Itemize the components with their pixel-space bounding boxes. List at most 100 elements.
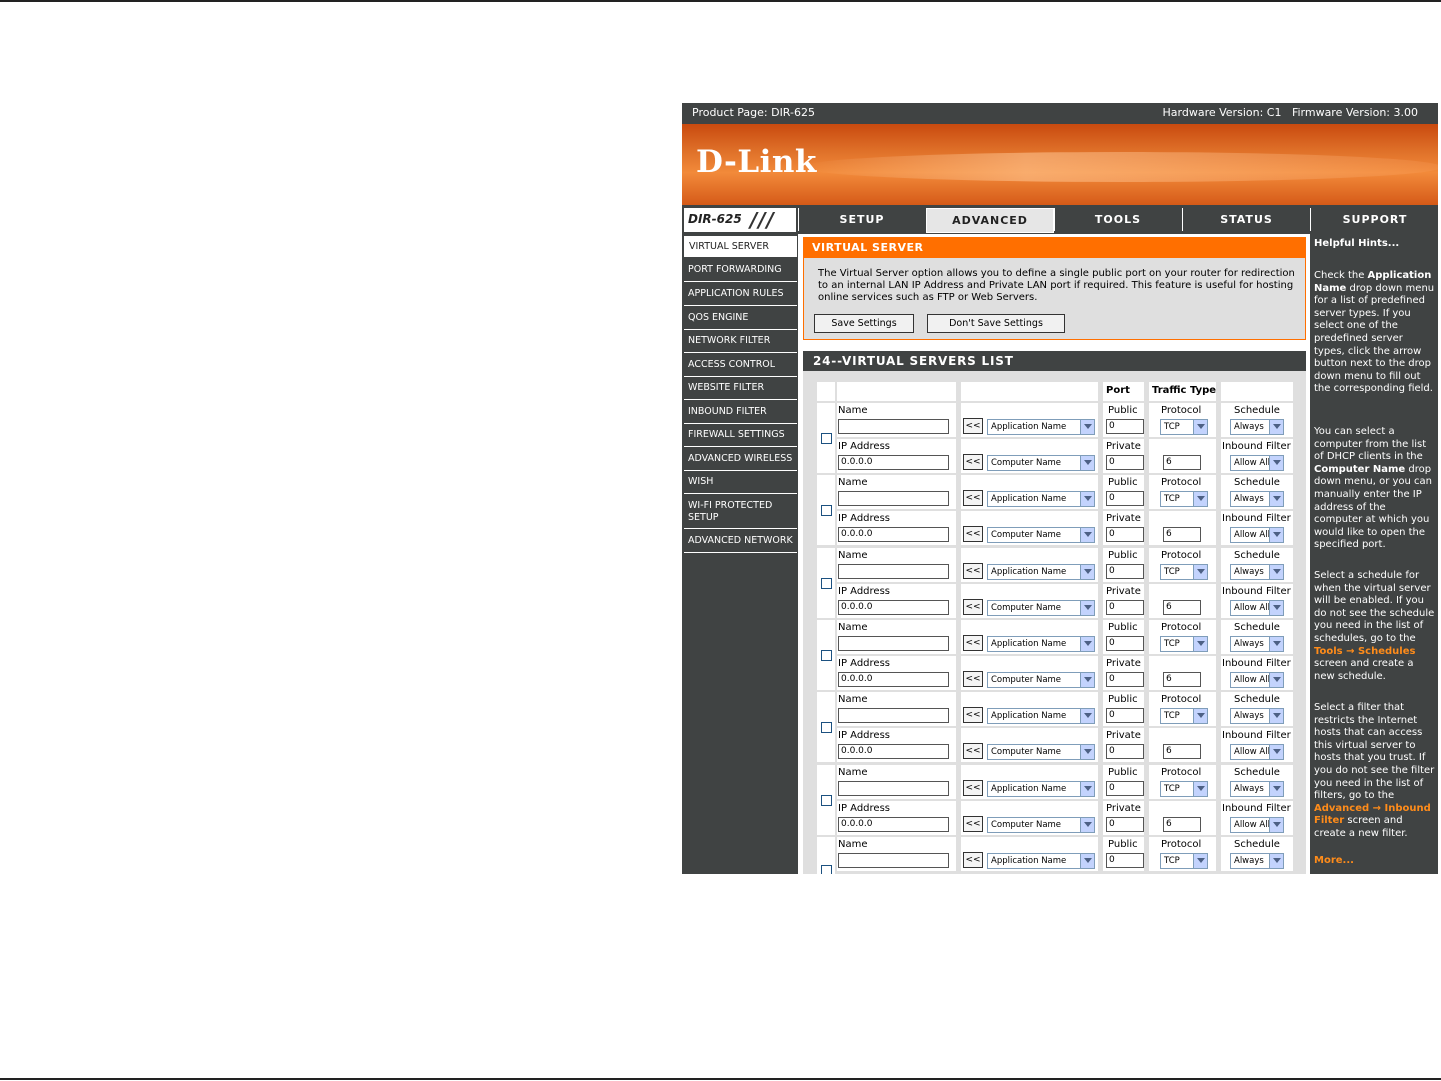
tab-setup[interactable]: SETUP	[798, 208, 925, 231]
name-field[interactable]	[838, 636, 949, 651]
ip-address-field[interactable]: 0.0.0.0	[838, 600, 949, 615]
ip-address-field[interactable]: 0.0.0.0	[838, 527, 949, 542]
public-port-field[interactable]: 0	[1106, 708, 1144, 723]
copy-application-button[interactable]: <<	[963, 635, 983, 651]
copy-computer-button[interactable]: <<	[963, 743, 983, 759]
copy-computer-button[interactable]: <<	[963, 454, 983, 470]
sidebar-item-virtual-server[interactable]: VIRTUAL SERVER	[684, 236, 797, 257]
copy-computer-button[interactable]: <<	[963, 599, 983, 615]
sidebar-item-wifi-protected-setup[interactable]: WI-FI PROTECTED SETUP	[684, 495, 797, 529]
ip-address-field[interactable]: 0.0.0.0	[838, 744, 949, 759]
sidebar-item-advanced-network[interactable]: ADVANCED NETWORK	[684, 530, 797, 553]
protocol-number-field[interactable]: 6	[1163, 672, 1201, 687]
protocol-number-field[interactable]: 6	[1163, 817, 1201, 832]
copy-application-button[interactable]: <<	[963, 780, 983, 796]
name-field[interactable]	[838, 708, 949, 723]
schedule-select[interactable]: Always	[1230, 564, 1284, 580]
row-enable-checkbox[interactable]	[821, 865, 832, 874]
row-enable-checkbox[interactable]	[821, 433, 832, 444]
public-port-field[interactable]: 0	[1106, 636, 1144, 651]
sidebar-item-application-rules[interactable]: APPLICATION RULES	[684, 283, 797, 306]
protocol-select[interactable]: TCP	[1160, 636, 1208, 652]
dont-save-settings-button[interactable]: Don't Save Settings	[927, 314, 1065, 333]
inbound-filter-select[interactable]: Allow All	[1230, 455, 1284, 471]
row-enable-checkbox[interactable]	[821, 795, 832, 806]
copy-application-button[interactable]: <<	[963, 418, 983, 434]
sidebar-item-port-forwarding[interactable]: PORT FORWARDING	[684, 259, 797, 282]
public-port-field[interactable]: 0	[1106, 853, 1144, 868]
copy-application-button[interactable]: <<	[963, 852, 983, 868]
application-name-select[interactable]: Application Name	[987, 491, 1095, 507]
public-port-field[interactable]: 0	[1106, 781, 1144, 796]
tools-schedules-link[interactable]: Tools → Schedules	[1314, 646, 1415, 657]
public-port-field[interactable]: 0	[1106, 419, 1144, 434]
private-port-field[interactable]: 0	[1106, 817, 1144, 832]
copy-application-button[interactable]: <<	[963, 563, 983, 579]
sidebar-item-qos-engine[interactable]: QOS ENGINE	[684, 307, 797, 330]
schedule-select[interactable]: Always	[1230, 853, 1284, 869]
inbound-filter-select[interactable]: Allow All	[1230, 672, 1284, 688]
sidebar-item-firewall-settings[interactable]: FIREWALL SETTINGS	[684, 424, 797, 447]
protocol-number-field[interactable]: 6	[1163, 600, 1201, 615]
protocol-number-field[interactable]: 6	[1163, 455, 1201, 470]
inbound-filter-select[interactable]: Allow All	[1230, 527, 1284, 543]
tab-advanced[interactable]: ADVANCED	[926, 208, 1054, 233]
schedule-select[interactable]: Always	[1230, 491, 1284, 507]
sidebar-item-network-filter[interactable]: NETWORK FILTER	[684, 330, 797, 353]
name-field[interactable]	[838, 853, 949, 868]
application-name-select[interactable]: Application Name	[987, 636, 1095, 652]
private-port-field[interactable]: 0	[1106, 744, 1144, 759]
protocol-number-field[interactable]: 6	[1163, 527, 1201, 542]
copy-application-button[interactable]: <<	[963, 490, 983, 506]
protocol-select[interactable]: TCP	[1160, 419, 1208, 435]
sidebar-item-advanced-wireless[interactable]: ADVANCED WIRELESS	[684, 448, 797, 471]
tab-support[interactable]: SUPPORT	[1310, 208, 1438, 231]
application-name-select[interactable]: Application Name	[987, 708, 1095, 724]
copy-computer-button[interactable]: <<	[963, 816, 983, 832]
protocol-select[interactable]: TCP	[1160, 853, 1208, 869]
name-field[interactable]	[838, 491, 949, 506]
row-enable-checkbox[interactable]	[821, 578, 832, 589]
name-field[interactable]	[838, 564, 949, 579]
public-port-field[interactable]: 0	[1106, 564, 1144, 579]
copy-application-button[interactable]: <<	[963, 707, 983, 723]
ip-address-field[interactable]: 0.0.0.0	[838, 455, 949, 470]
private-port-field[interactable]: 0	[1106, 672, 1144, 687]
sidebar-item-access-control[interactable]: ACCESS CONTROL	[684, 354, 797, 377]
schedule-select[interactable]: Always	[1230, 419, 1284, 435]
computer-name-select[interactable]: Computer Name	[987, 600, 1095, 616]
save-settings-button[interactable]: Save Settings	[814, 314, 914, 333]
more-hints-link[interactable]: More...	[1314, 855, 1436, 868]
application-name-select[interactable]: Application Name	[987, 781, 1095, 797]
application-name-select[interactable]: Application Name	[987, 564, 1095, 580]
copy-computer-button[interactable]: <<	[963, 671, 983, 687]
schedule-select[interactable]: Always	[1230, 636, 1284, 652]
ip-address-field[interactable]: 0.0.0.0	[838, 672, 949, 687]
copy-computer-button[interactable]: <<	[963, 526, 983, 542]
row-enable-checkbox[interactable]	[821, 722, 832, 733]
protocol-select[interactable]: TCP	[1160, 708, 1208, 724]
ip-address-field[interactable]: 0.0.0.0	[838, 817, 949, 832]
computer-name-select[interactable]: Computer Name	[987, 817, 1095, 833]
private-port-field[interactable]: 0	[1106, 455, 1144, 470]
tab-tools[interactable]: TOOLS	[1054, 208, 1181, 231]
tab-status[interactable]: STATUS	[1182, 208, 1310, 231]
computer-name-select[interactable]: Computer Name	[987, 527, 1095, 543]
inbound-filter-select[interactable]: Allow All	[1230, 600, 1284, 616]
application-name-select[interactable]: Application Name	[987, 853, 1095, 869]
private-port-field[interactable]: 0	[1106, 600, 1144, 615]
schedule-select[interactable]: Always	[1230, 708, 1284, 724]
protocol-select[interactable]: TCP	[1160, 781, 1208, 797]
sidebar-item-inbound-filter[interactable]: INBOUND FILTER	[684, 401, 797, 424]
computer-name-select[interactable]: Computer Name	[987, 744, 1095, 760]
name-field[interactable]	[838, 419, 949, 434]
sidebar-item-wish[interactable]: WISH	[684, 471, 797, 494]
schedule-select[interactable]: Always	[1230, 781, 1284, 797]
public-port-field[interactable]: 0	[1106, 491, 1144, 506]
inbound-filter-select[interactable]: Allow All	[1230, 744, 1284, 760]
sidebar-item-website-filter[interactable]: WEBSITE FILTER	[684, 377, 797, 400]
inbound-filter-select[interactable]: Allow All	[1230, 817, 1284, 833]
name-field[interactable]	[838, 781, 949, 796]
row-enable-checkbox[interactable]	[821, 650, 832, 661]
computer-name-select[interactable]: Computer Name	[987, 672, 1095, 688]
